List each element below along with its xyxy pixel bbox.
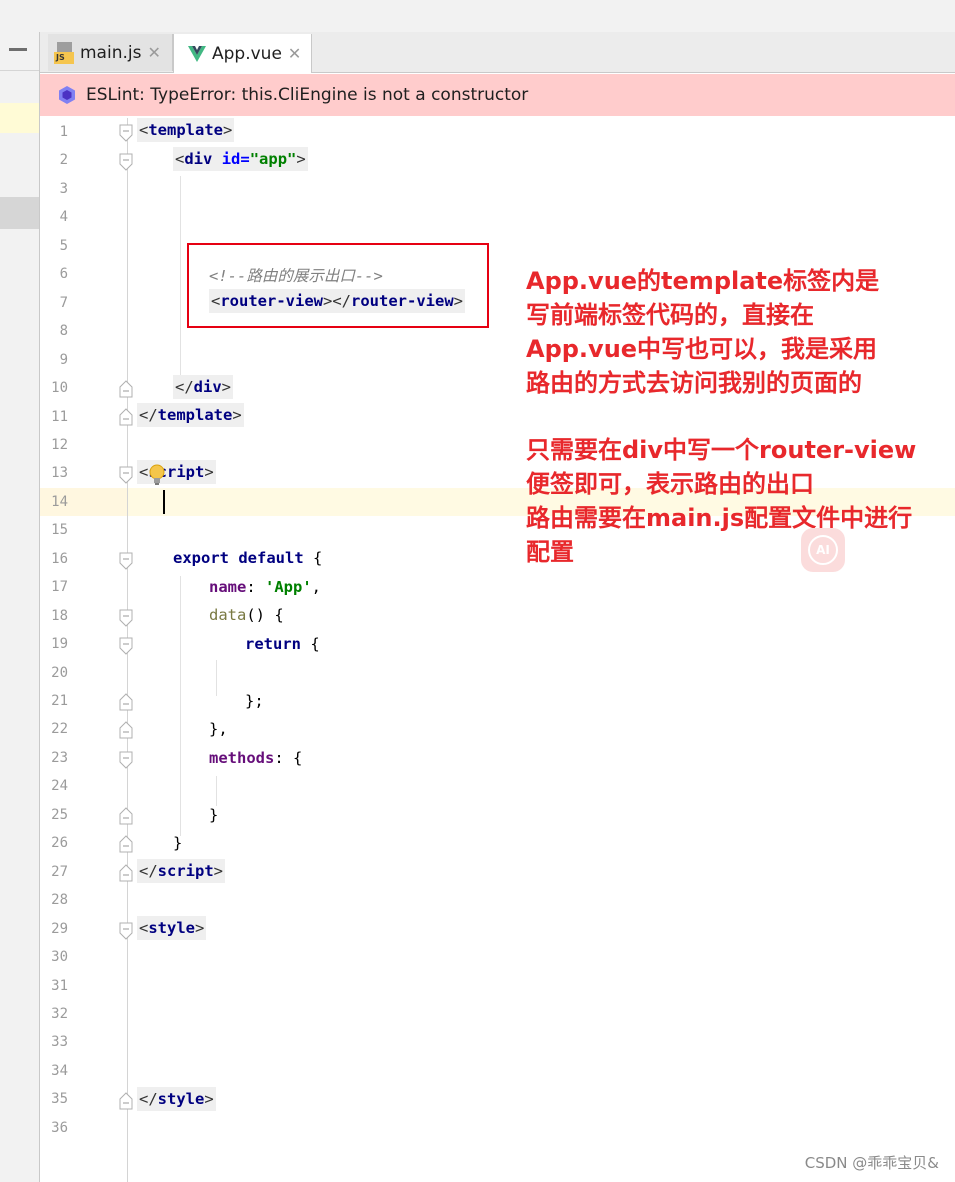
panel-highlight-row	[0, 103, 39, 133]
code-line[interactable]: <style>	[137, 916, 207, 940]
fold-open-icon[interactable]	[119, 153, 133, 171]
fold-open-icon[interactable]	[119, 637, 133, 655]
window-top-strip	[0, 0, 955, 32]
line-number: 3	[59, 180, 68, 197]
code-line[interactable]: return {	[245, 635, 320, 653]
vue-file-icon	[188, 45, 206, 62]
code-line[interactable]: data() {	[209, 606, 284, 624]
annotation-paragraph-1: App.vue的template标签内是 写前端标签代码的，直接在 App.vu…	[526, 267, 880, 397]
line-number: 2	[59, 152, 68, 169]
line-number: 23	[51, 749, 68, 766]
minimize-icon[interactable]	[9, 48, 27, 51]
line-number: 27	[51, 863, 68, 880]
line-number: 30	[51, 949, 68, 966]
eslint-error-banner: ESLint: TypeError: this.CliEngine is not…	[40, 74, 955, 116]
text-caret	[163, 490, 165, 514]
tab-main-js[interactable]: JS main.js ✕	[48, 34, 173, 71]
left-tool-panel	[0, 32, 40, 1182]
fold-close-icon[interactable]	[119, 807, 133, 825]
fold-open-icon[interactable]	[119, 751, 133, 769]
code-line[interactable]: }	[173, 834, 182, 852]
line-number: 1	[59, 124, 68, 140]
line-number: 31	[51, 977, 68, 994]
line-number: 18	[51, 607, 68, 624]
code-line[interactable]: },	[209, 720, 228, 738]
fold-close-icon[interactable]	[119, 721, 133, 739]
line-number: 26	[51, 835, 68, 852]
fold-close-icon[interactable]	[119, 380, 133, 398]
fold-close-icon[interactable]	[119, 1092, 133, 1110]
annotation-highlight-box	[187, 243, 489, 328]
close-icon[interactable]: ✕	[147, 43, 160, 62]
line-number: 36	[51, 1119, 68, 1136]
line-number: 12	[51, 436, 68, 453]
line-number: 32	[51, 1005, 68, 1022]
line-number: 5	[59, 237, 68, 254]
line-number: 7	[59, 294, 68, 311]
code-line[interactable]: <template>	[137, 118, 235, 142]
fold-open-icon[interactable]	[119, 466, 133, 484]
code-line[interactable]: <div id="app">	[173, 147, 308, 171]
line-number: 24	[51, 778, 68, 795]
line-number: 17	[51, 579, 68, 596]
ai-assistant-button[interactable]: AI	[801, 528, 845, 572]
indent-guide	[180, 576, 181, 836]
line-number: 22	[51, 721, 68, 738]
eslint-icon	[59, 86, 75, 104]
line-number: 4	[59, 209, 68, 226]
line-number: 16	[51, 550, 68, 567]
fold-open-icon[interactable]	[119, 124, 133, 142]
tab-app-vue[interactable]: App.vue ✕	[173, 34, 312, 73]
line-number: 11	[51, 408, 68, 425]
line-number: 19	[51, 636, 68, 653]
tab-label: App.vue	[212, 43, 282, 64]
fold-close-icon[interactable]	[119, 864, 133, 882]
line-number: 9	[59, 351, 68, 368]
code-line[interactable]: </style>	[137, 1087, 216, 1111]
annotation-paragraph-2: 只需要在div中写一个router-view 便签即可，表示路由的出口 路由需要…	[526, 436, 917, 566]
indent-guide	[180, 176, 181, 376]
panel-selected-row[interactable]	[0, 197, 39, 229]
line-number: 8	[59, 323, 68, 340]
ai-icon: AI	[808, 535, 838, 565]
eslint-message: ESLint: TypeError: this.CliEngine is not…	[86, 85, 529, 105]
line-number: 35	[51, 1091, 68, 1108]
code-line[interactable]: </script>	[137, 859, 226, 883]
watermark: CSDN @乖乖宝贝&	[804, 1154, 939, 1172]
panel-divider	[0, 70, 39, 71]
code-line[interactable]: </template>	[137, 403, 244, 427]
code-line[interactable]: };	[245, 692, 264, 710]
fold-open-icon[interactable]	[119, 922, 133, 940]
lightbulb-icon[interactable]	[148, 463, 166, 487]
tab-label: main.js	[80, 42, 142, 63]
line-number: 25	[51, 806, 68, 823]
code-line[interactable]: methods: {	[209, 749, 302, 767]
code-line[interactable]: export default {	[173, 549, 322, 567]
fold-close-icon[interactable]	[119, 693, 133, 711]
line-number: 13	[51, 465, 68, 482]
line-number: 33	[51, 1034, 68, 1051]
fold-close-icon[interactable]	[119, 835, 133, 853]
code-line[interactable]: name: 'App',	[209, 578, 321, 596]
code-line[interactable]: }	[209, 806, 218, 824]
line-number: 28	[51, 892, 68, 909]
line-number: 21	[51, 693, 68, 709]
line-number: 15	[51, 522, 68, 539]
editor-tab-bar: JS main.js ✕ App.vue ✕	[40, 32, 955, 73]
line-number: 14	[51, 493, 68, 510]
indent-guide	[216, 776, 217, 806]
js-file-icon: JS	[54, 41, 74, 64]
close-icon[interactable]: ✕	[288, 44, 301, 63]
line-number: 10	[51, 380, 68, 397]
line-number: 6	[59, 266, 68, 283]
code-line[interactable]: </div>	[173, 375, 234, 399]
line-number: 34	[51, 1062, 68, 1079]
indent-guide	[216, 660, 217, 696]
fold-open-icon[interactable]	[119, 552, 133, 570]
fold-close-icon[interactable]	[119, 408, 133, 426]
line-number: 29	[51, 920, 68, 937]
line-number: 20	[51, 664, 68, 681]
fold-open-icon[interactable]	[119, 609, 133, 627]
